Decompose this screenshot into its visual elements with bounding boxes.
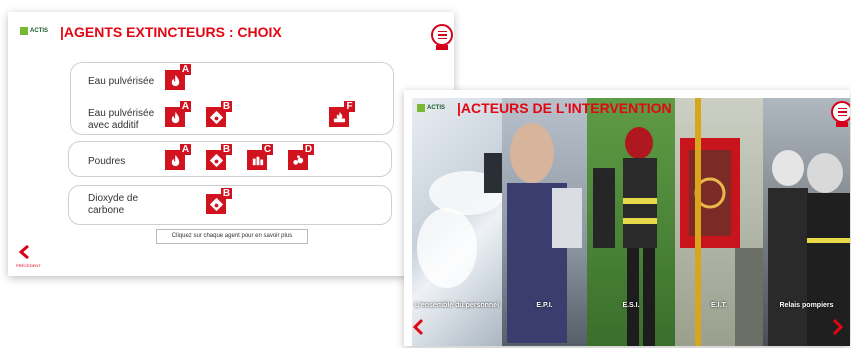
panel-epi[interactable]: E.P.I. — [502, 98, 587, 346]
agent-label: Dioxyde de carbone — [88, 193, 139, 216]
agent-f-icon[interactable]: F — [329, 101, 355, 127]
panel-eit[interactable]: E.I.T. — [675, 98, 763, 346]
chevron-left-icon — [412, 318, 424, 336]
logo-text: ACTIS — [30, 27, 48, 34]
back-button[interactable] — [18, 244, 30, 263]
next-button[interactable] — [832, 318, 844, 342]
agent-b-icon[interactable]: B — [206, 188, 232, 214]
page-title: |AGENTS EXTINCTEURS : CHOIX — [60, 24, 282, 40]
agent-a-icon[interactable]: A — [165, 101, 191, 127]
menu-button[interactable] — [831, 101, 850, 123]
panel-caption: E.S.I. — [622, 302, 640, 309]
chevron-right-icon — [832, 318, 844, 336]
panel-esi[interactable]: E.S.I. — [587, 98, 675, 346]
logo-mark-icon — [20, 27, 28, 35]
logo-mark-icon — [417, 104, 425, 112]
agent-c-icon[interactable]: C — [247, 144, 273, 170]
back-label: PRÉCÉDENT — [16, 263, 41, 268]
panel-ensemble-personnel[interactable]: L'ensemble du personnel — [412, 98, 502, 346]
actis-logo: ACTIS — [417, 104, 445, 112]
agent-label: Poudres — [88, 156, 126, 167]
panel-relais-pompiers[interactable]: Relais pompiers — [763, 98, 850, 346]
logo-text: ACTIS — [427, 104, 445, 111]
agent-d-icon[interactable]: D — [288, 144, 314, 170]
agent-b-icon[interactable]: B — [206, 144, 232, 170]
agent-b-icon[interactable]: B — [206, 101, 232, 127]
menu-flag-icon — [836, 122, 848, 127]
menu-flag-icon — [436, 45, 448, 50]
slide-agents-extincteurs: ACTIS |AGENTS EXTINCTEURS : CHOIX Eau pu… — [8, 12, 454, 276]
panel-caption: L'ensemble du personnel — [414, 302, 500, 309]
chevron-left-icon — [18, 244, 29, 260]
menu-button[interactable] — [431, 24, 453, 46]
actis-logo: ACTIS — [20, 27, 48, 35]
prev-button[interactable] — [412, 318, 424, 342]
agent-label: Eau pulvérisée — [88, 76, 155, 87]
tooltip-hint: Cliquez sur chaque agent pour en savoir … — [156, 229, 308, 244]
agent-label: Eau pulvérisée avec additif — [88, 108, 155, 131]
panel-caption: E.I.T. — [711, 302, 727, 309]
agent-a-icon[interactable]: A — [165, 144, 191, 170]
panel-caption: E.P.I. — [536, 302, 553, 309]
page-title: |ACTEURS DE L'INTERVENTION — [457, 100, 672, 116]
slide-acteurs-intervention: L'ensemble du personnel E.P.I. E.S.I. E.… — [404, 90, 850, 346]
agent-a-icon[interactable]: A — [165, 64, 191, 90]
panel-caption: Relais pompiers — [779, 302, 834, 309]
